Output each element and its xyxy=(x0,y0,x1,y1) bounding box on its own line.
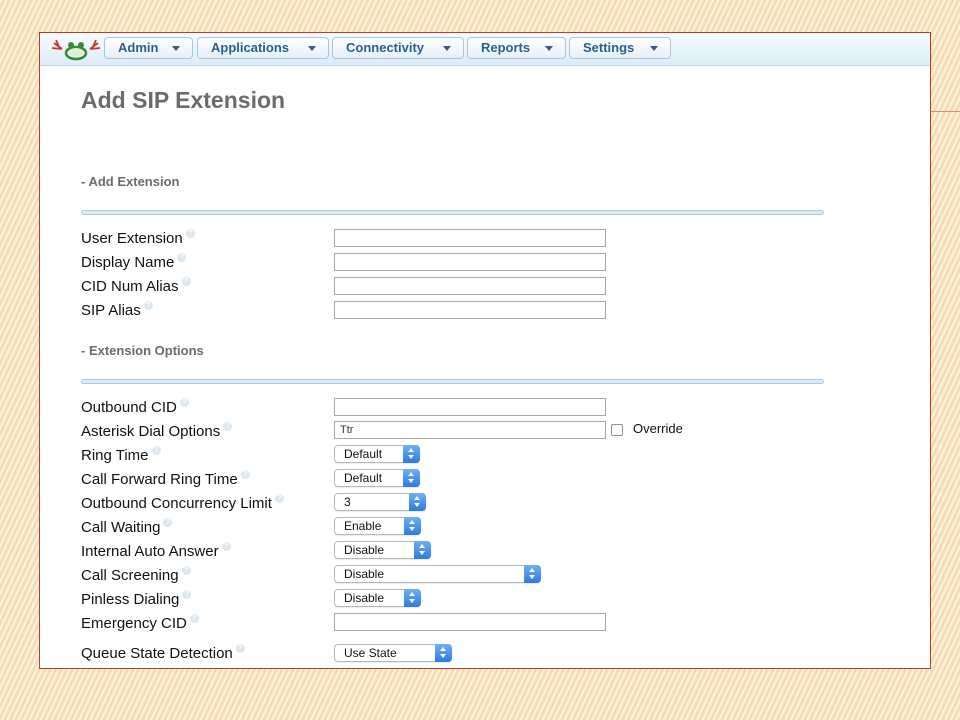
help-icon[interactable]: ? xyxy=(240,470,250,479)
call-waiting-label: Call Waiting? xyxy=(81,518,173,536)
up-down-stepper-icon xyxy=(403,469,420,487)
nav-settings-button[interactable]: Settings xyxy=(569,37,671,59)
top-navbar: Admin Applications Connectivity Reports … xyxy=(40,33,930,66)
sip-alias-input[interactable] xyxy=(334,301,606,319)
cid-num-alias-input[interactable] xyxy=(334,277,606,295)
call-forward-ring-time-select[interactable]: Default xyxy=(334,469,420,487)
help-icon[interactable]: ? xyxy=(177,253,187,262)
outbound-concurrency-limit-label: Outbound Concurrency Limit? xyxy=(81,494,284,512)
asterisk-dial-options-label: Asterisk Dial Options? xyxy=(81,422,233,440)
help-icon[interactable]: ? xyxy=(143,301,153,310)
caret-down-icon xyxy=(545,46,553,51)
call-waiting-select[interactable]: Enable xyxy=(334,517,421,535)
help-icon[interactable]: ? xyxy=(181,566,191,575)
caret-down-icon xyxy=(172,46,180,51)
emergency-cid-label: Emergency CID? xyxy=(81,614,199,632)
ring-time-select[interactable]: Default xyxy=(334,445,420,463)
up-down-stepper-icon xyxy=(404,589,421,607)
up-down-stepper-icon xyxy=(403,445,420,463)
help-icon[interactable]: ? xyxy=(189,614,199,623)
nav-admin-button[interactable]: Admin xyxy=(104,37,193,59)
outbound-cid-input[interactable] xyxy=(334,398,606,416)
section-title-extension-options: - Extension Options xyxy=(81,343,204,358)
help-icon[interactable]: ? xyxy=(185,229,195,238)
call-screening-select[interactable]: Disable xyxy=(334,565,541,583)
nav-reports-button[interactable]: Reports xyxy=(467,37,566,59)
help-icon[interactable]: ? xyxy=(163,518,173,527)
help-icon[interactable]: ? xyxy=(181,277,191,286)
section-title-add-extension: - Add Extension xyxy=(81,174,180,189)
user-extension-input[interactable] xyxy=(334,229,606,247)
call-forward-ring-time-label: Call Forward Ring Time? xyxy=(81,470,250,488)
section-divider xyxy=(81,210,824,215)
slide-decoration-line xyxy=(930,111,960,112)
section-divider xyxy=(81,379,824,384)
caret-down-icon xyxy=(443,46,451,51)
caret-down-icon xyxy=(650,46,658,51)
help-icon[interactable]: ? xyxy=(223,422,233,431)
pinless-dialing-label: Pinless Dialing? xyxy=(81,590,192,608)
user-extension-label: User Extension? xyxy=(81,229,195,247)
help-icon[interactable]: ? xyxy=(274,494,284,503)
up-down-stepper-icon xyxy=(409,493,426,511)
frog-logo-icon[interactable] xyxy=(50,37,102,61)
override-checkbox[interactable] xyxy=(611,424,623,436)
emergency-cid-input[interactable] xyxy=(334,613,606,631)
up-down-stepper-icon xyxy=(414,541,431,559)
display-name-label: Display Name? xyxy=(81,253,187,271)
queue-state-detection-label: Queue State Detection? xyxy=(81,644,245,662)
display-name-input[interactable] xyxy=(334,253,606,271)
outbound-cid-label: Outbound CID? xyxy=(81,398,189,416)
override-label: Override xyxy=(633,421,683,436)
outbound-concurrency-limit-select[interactable]: 3 xyxy=(334,493,426,511)
call-screening-label: Call Screening? xyxy=(81,566,191,584)
help-icon[interactable]: ? xyxy=(235,644,245,653)
asterisk-dial-options-input[interactable] xyxy=(334,421,606,439)
help-icon[interactable]: ? xyxy=(182,590,192,599)
up-down-stepper-icon xyxy=(524,565,541,583)
nav-connectivity-button[interactable]: Connectivity xyxy=(332,37,464,59)
caret-down-icon xyxy=(308,46,316,51)
internal-auto-answer-select[interactable]: Disable xyxy=(334,541,431,559)
ring-time-label: Ring Time? xyxy=(81,446,161,464)
pinless-dialing-select[interactable]: Disable xyxy=(334,589,421,607)
sip-alias-label: SIP Alias? xyxy=(81,301,153,319)
nav-applications-button[interactable]: Applications xyxy=(197,37,329,59)
queue-state-detection-select[interactable]: Use State xyxy=(334,644,452,662)
cid-num-alias-label: CID Num Alias? xyxy=(81,277,191,295)
help-icon[interactable]: ? xyxy=(151,446,161,455)
app-window: Admin Applications Connectivity Reports … xyxy=(39,32,931,669)
help-icon[interactable]: ? xyxy=(221,542,231,551)
up-down-stepper-icon xyxy=(404,517,421,535)
up-down-stepper-icon xyxy=(435,644,452,662)
page-title: Add SIP Extension xyxy=(81,87,286,113)
internal-auto-answer-label: Internal Auto Answer? xyxy=(81,542,231,560)
help-icon[interactable]: ? xyxy=(179,398,189,407)
